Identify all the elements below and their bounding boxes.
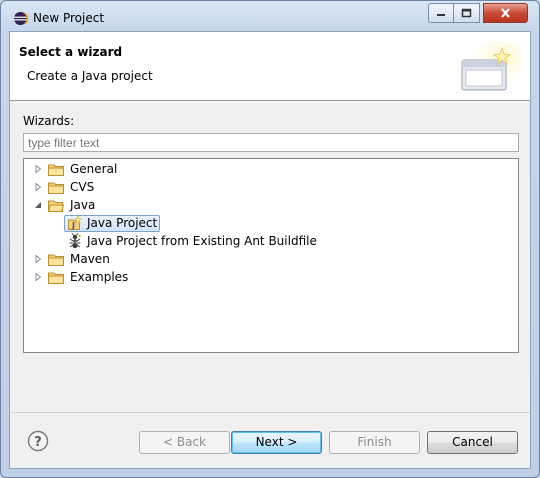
wizard-banner: Select a wizard Create a Java project xyxy=(10,32,530,101)
tree-item-label: General xyxy=(70,162,118,176)
banner-separator xyxy=(10,102,530,103)
tree-item-examples[interactable]: Examples xyxy=(34,268,128,286)
tree-item-label: Java Project from Existing Ant Buildfile xyxy=(87,234,317,248)
tree-item-label: Examples xyxy=(70,270,129,284)
selection-highlight[interactable]: J Java Project xyxy=(64,214,161,232)
folder-icon xyxy=(48,164,64,176)
svg-text:?: ? xyxy=(34,435,42,450)
folder-open-icon xyxy=(48,200,64,212)
tree-item-maven[interactable]: Maven xyxy=(34,250,110,268)
minimize-button[interactable] xyxy=(428,3,454,23)
expand-arrow-icon[interactable] xyxy=(34,273,42,281)
folder-icon xyxy=(48,182,64,194)
collapse-arrow-icon[interactable] xyxy=(34,201,42,209)
filter-input[interactable] xyxy=(23,133,519,152)
folder-icon xyxy=(48,272,64,284)
help-icon[interactable]: ? xyxy=(27,430,49,452)
back-button[interactable]: < Back xyxy=(139,431,230,454)
maximize-button[interactable] xyxy=(453,3,480,23)
svg-text:J: J xyxy=(71,221,75,230)
expand-arrow-icon[interactable] xyxy=(34,255,42,263)
close-icon xyxy=(501,8,510,18)
tree-item-label: Java Project xyxy=(87,216,158,230)
expand-arrow-icon[interactable] xyxy=(34,165,42,173)
expand-arrow-icon[interactable] xyxy=(34,183,42,191)
next-button[interactable]: Next > xyxy=(231,431,322,454)
tree-item-java[interactable]: Java xyxy=(34,196,95,214)
maximize-icon xyxy=(461,8,472,18)
window-title: New Project xyxy=(33,11,105,25)
tree-item-label: Java xyxy=(70,198,96,212)
wizard-tree[interactable]: General CVS Java J Java Project Java Pro… xyxy=(23,158,519,353)
finish-button[interactable]: Finish xyxy=(329,431,420,454)
tree-item-label: CVS xyxy=(70,180,95,194)
cancel-button[interactable]: Cancel xyxy=(427,431,518,454)
tree-item-cvs[interactable]: CVS xyxy=(34,178,94,196)
ant-icon xyxy=(69,233,81,249)
tree-item-java-project[interactable]: J Java Project xyxy=(64,214,161,232)
dialog-client: Select a wizard Create a Java project Wi… xyxy=(9,31,531,469)
tree-item-label: Maven xyxy=(70,252,110,266)
banner-description: Create a Java project xyxy=(27,69,153,83)
banner-title: Select a wizard xyxy=(19,45,123,59)
folder-icon xyxy=(48,254,64,266)
eclipse-icon xyxy=(13,11,28,26)
new-wizard-banner-icon xyxy=(456,42,522,96)
minimize-icon xyxy=(437,14,445,16)
java-project-icon: J xyxy=(68,215,83,230)
close-button[interactable] xyxy=(483,3,528,23)
title-bar[interactable]: New Project xyxy=(1,1,539,35)
button-bar-separator xyxy=(10,412,530,413)
dialog-window: New Project Select a wizard Create a Jav… xyxy=(0,0,540,478)
wizards-label: Wizards: xyxy=(23,114,75,128)
tree-item-ant-project[interactable]: Java Project from Existing Ant Buildfile xyxy=(67,232,317,250)
tree-item-general[interactable]: General xyxy=(34,160,117,178)
